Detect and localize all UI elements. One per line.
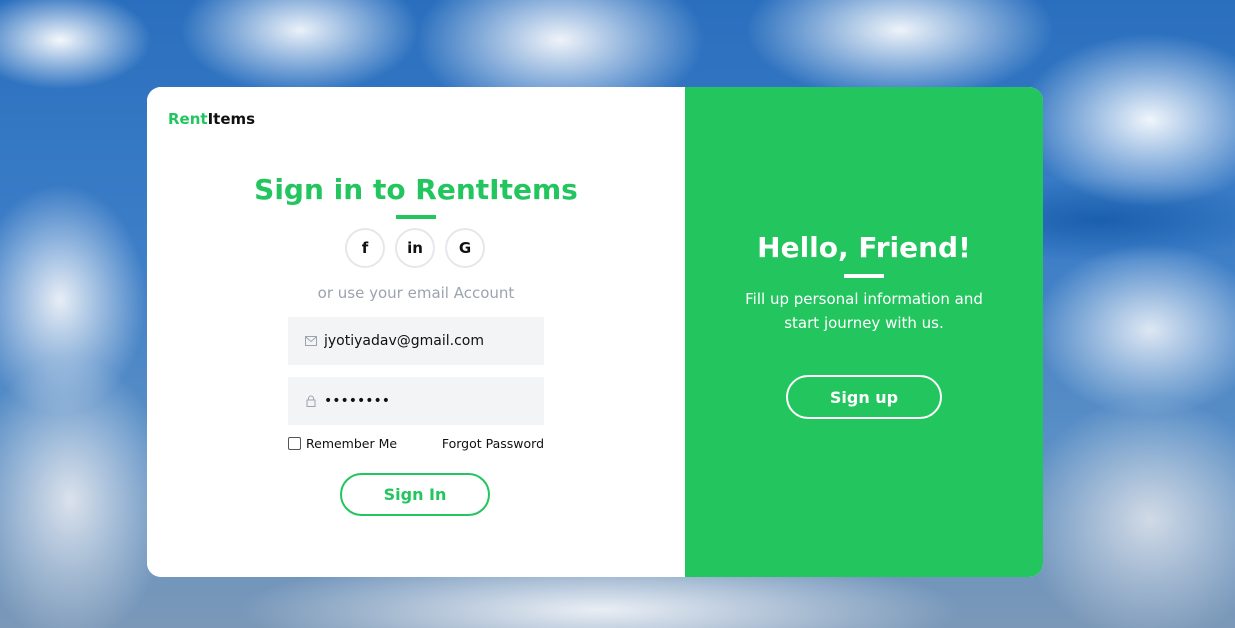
remember-me[interactable]: Remember Me: [288, 436, 397, 451]
envelope-icon: [304, 334, 318, 348]
auth-card: RentItems Sign in to RentItems f in G or…: [147, 87, 1043, 577]
email-hint: or use your email Account: [317, 284, 515, 302]
email-input[interactable]: [324, 333, 534, 349]
brand-part-items: Items: [207, 110, 256, 128]
remember-checkbox[interactable]: [288, 437, 301, 450]
signup-button[interactable]: Sign up: [786, 375, 942, 419]
facebook-icon: f: [361, 238, 369, 257]
google-icon: G: [458, 238, 472, 257]
title-underline: [396, 215, 436, 219]
password-field[interactable]: [288, 377, 544, 425]
social-login-group: f in G: [345, 228, 487, 270]
brand-part-rent: Rent: [168, 110, 208, 128]
signin-options: Remember Me Forgot Password: [288, 436, 544, 454]
remember-label: Remember Me: [306, 436, 398, 451]
brand-logo: RentItems: [168, 110, 255, 128]
linkedin-button[interactable]: in: [395, 228, 435, 268]
lock-icon: [304, 394, 318, 408]
facebook-button[interactable]: f: [345, 228, 385, 268]
password-input[interactable]: [324, 393, 534, 409]
signin-panel: RentItems Sign in to RentItems f in G or…: [147, 87, 685, 577]
forgot-password-link[interactable]: Forgot Password: [442, 436, 544, 451]
signin-title: Sign in to RentItems: [254, 173, 578, 206]
welcome-panel: Hello, Friend! Fill up personal informat…: [685, 87, 1043, 577]
welcome-underline: [844, 274, 884, 278]
welcome-text: Fill up personal information and start j…: [745, 290, 983, 332]
signin-button[interactable]: Sign In: [340, 473, 490, 516]
email-field[interactable]: [288, 317, 544, 365]
welcome-title: Hello, Friend!: [757, 231, 971, 264]
google-button[interactable]: G: [445, 228, 485, 268]
linkedin-icon: in: [407, 238, 423, 257]
